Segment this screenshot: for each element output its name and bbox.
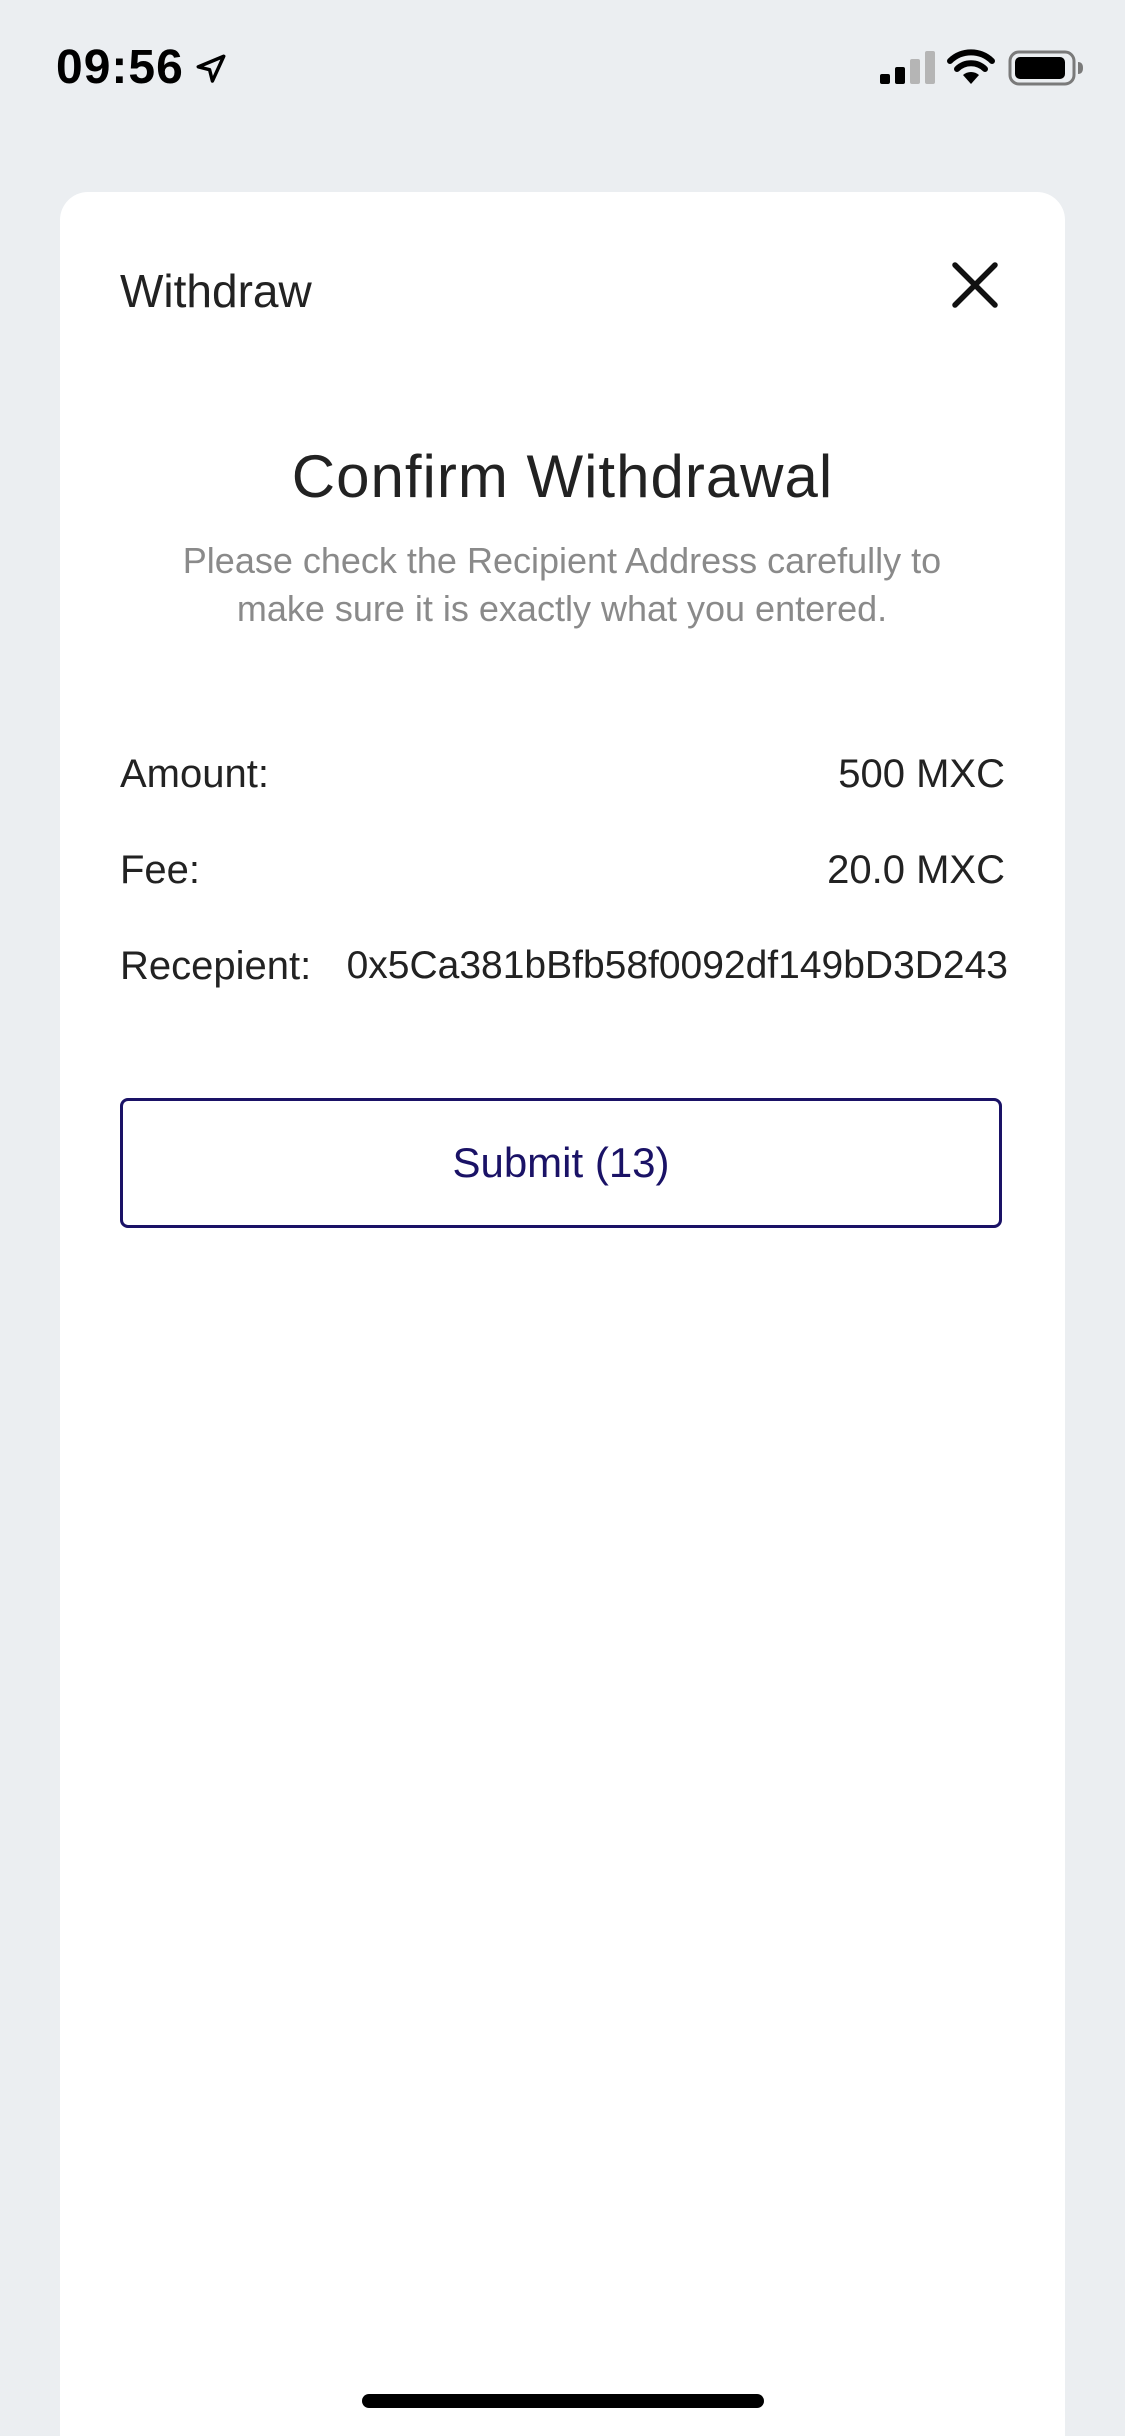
home-indicator: [362, 2394, 764, 2408]
sheet-title: Withdraw: [120, 265, 312, 317]
confirm-subtitle: Please check the Recipient Address caref…: [182, 540, 942, 629]
confirm-heading: Confirm Withdrawal: [291, 443, 834, 510]
fee-value: 20.0 MXC: [827, 848, 1005, 892]
battery-icon: [1008, 50, 1084, 86]
close-icon: [940, 250, 1010, 320]
close-button[interactable]: [940, 250, 1010, 320]
fee-row: Fee: 20.0 MXC: [120, 848, 1005, 908]
amount-value: 500 MXC: [838, 752, 1005, 796]
wifi-icon: [946, 48, 996, 86]
cellular-signal-icon: [880, 50, 936, 86]
status-time: 09:56: [56, 41, 184, 94]
amount-label: Amount:: [120, 752, 269, 796]
withdraw-sheet: Withdraw Confirm Withdrawal Please check…: [60, 192, 1065, 2436]
location-arrow-icon: [194, 52, 228, 86]
recipient-label: Recepient:: [120, 944, 312, 988]
recipient-address: 0x5Ca381bBfb58f0092df149bD3D243: [346, 944, 1008, 987]
amount-row: Amount: 500 MXC: [120, 752, 1005, 812]
submit-button[interactable]: Submit (13): [120, 1098, 1002, 1228]
withdraw-confirm-screen: 09:56 Withdraw Confirm Withdrawal Please…: [0, 0, 1125, 2436]
status-bar: 09:56: [0, 0, 1125, 130]
recipient-row: Recepient: 0x5Ca381bBfb58f0092df149bD3D2…: [120, 944, 1008, 1004]
fee-label: Fee:: [120, 848, 201, 892]
